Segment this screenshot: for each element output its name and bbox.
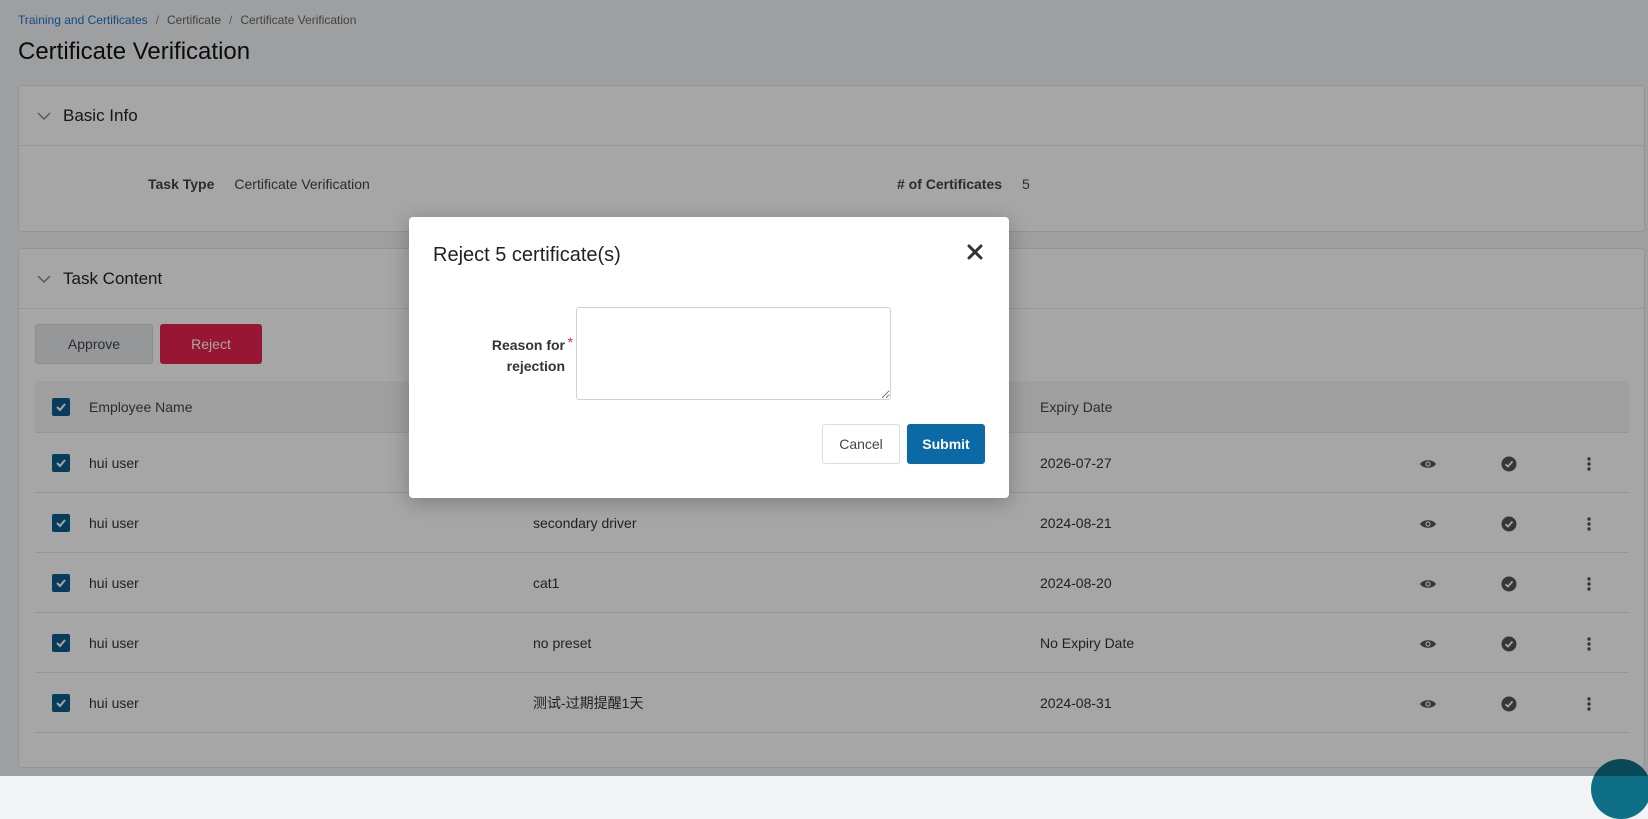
- reason-for-rejection-input[interactable]: [576, 307, 891, 400]
- close-icon[interactable]: [965, 242, 985, 262]
- cancel-button[interactable]: Cancel: [822, 424, 900, 464]
- reason-label-line2: rejection: [506, 358, 565, 374]
- reject-modal: Reject 5 certificate(s) Reason for * rej…: [409, 217, 1009, 498]
- required-mark: *: [567, 334, 573, 350]
- reason-label-line1: Reason for: [491, 337, 565, 353]
- submit-button[interactable]: Submit: [907, 424, 985, 464]
- page: Training and Certificates / Certificate / Ce…: [0, 0, 1648, 819]
- modal-title: Reject 5 certificate(s): [433, 244, 621, 266]
- reason-label: Reason for * rejection: [469, 334, 573, 377]
